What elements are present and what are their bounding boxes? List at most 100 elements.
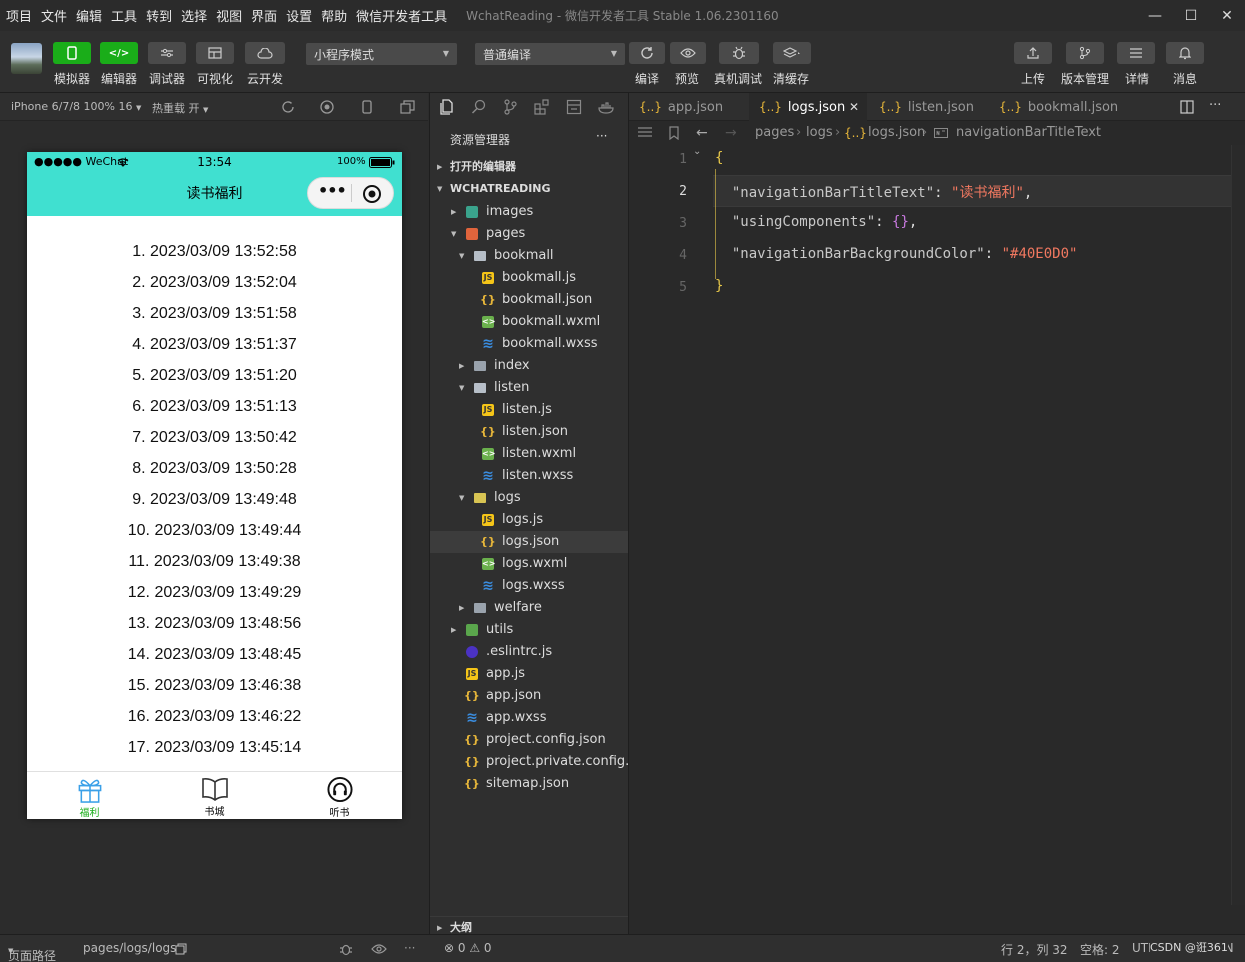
menu-project[interactable]: 项目 [6, 6, 32, 25]
preview-button[interactable] [670, 42, 706, 64]
clear-cache-button[interactable] [773, 42, 811, 64]
cursor-position[interactable]: 行 2，列 32 [1001, 941, 1068, 958]
device-select[interactable]: iPhone 6/7/8 100% 16 ▼ [11, 100, 141, 113]
tree-item-file[interactable]: JS listen.js [430, 399, 629, 421]
remote-debug-button[interactable] [719, 42, 759, 64]
menu-interface[interactable]: 界面 [251, 6, 277, 25]
code-line[interactable]: } [715, 278, 723, 294]
tab-bookmall-json[interactable]: {..} bookmall.json [989, 93, 1129, 121]
debugger-button[interactable] [148, 42, 186, 64]
tree-item-file[interactable]: JS bookmall.js [430, 267, 629, 289]
close-window-button[interactable]: ✕ [1209, 0, 1245, 31]
menu-file[interactable]: 文件 [41, 6, 67, 25]
code-line[interactable]: "usingComponents": {}, [715, 214, 917, 230]
tab-listen-json[interactable]: {..} listen.json [869, 93, 987, 121]
open-editors-section[interactable]: ▶ 打开的编辑器 [430, 156, 629, 178]
editor-button[interactable]: </> [100, 42, 138, 64]
eye-icon[interactable] [371, 944, 387, 954]
compile-button[interactable] [629, 42, 665, 64]
maximize-button[interactable]: ☐ [1173, 0, 1209, 31]
tree-item-file[interactable]: {} listen.json [430, 421, 629, 443]
visual-button[interactable] [196, 42, 234, 64]
tab-welfare[interactable]: 福利 [27, 772, 152, 819]
back-arrow-icon[interactable]: ← [696, 121, 708, 145]
version-button[interactable] [1066, 42, 1104, 64]
breadcrumb-item[interactable]: logs [806, 121, 833, 145]
code-line[interactable]: "navigationBarBackgroundColor": "#40E0D0… [715, 246, 1078, 262]
window-icon[interactable] [566, 99, 582, 115]
tree-item-file[interactable]: {} app.json [430, 685, 629, 707]
more-options-button[interactable]: ••• [318, 181, 347, 200]
editor-scrollbar[interactable] [1231, 145, 1245, 905]
tree-item-file[interactable]: <> listen.wxml [430, 443, 629, 465]
code-line[interactable]: "navigationBarTitleText": "读书福利", [715, 182, 1032, 202]
messages-button[interactable] [1166, 42, 1204, 64]
close-tab-button[interactable]: ✕ [849, 93, 859, 121]
more-actions-icon[interactable]: ··· [1209, 98, 1221, 113]
bug-icon[interactable] [338, 942, 354, 956]
tree-item-file-selected[interactable]: {} logs.json [430, 531, 629, 553]
menu-select[interactable]: 选择 [181, 6, 207, 25]
simulator-button[interactable] [53, 42, 91, 64]
stop-icon[interactable] [320, 100, 334, 114]
phone-icon[interactable] [362, 100, 372, 114]
bookmark-icon[interactable] [669, 126, 679, 140]
more-icon[interactable]: ··· [404, 941, 415, 955]
fold-chevron-icon[interactable]: ⌄ [693, 146, 701, 157]
tab-logs-json[interactable]: {..} logs.json ✕ [749, 93, 867, 121]
search-icon[interactable] [471, 99, 487, 115]
breadcrumb-item[interactable]: pages [755, 121, 794, 145]
indentation[interactable]: 空格: 2 [1080, 941, 1120, 958]
extensions-icon[interactable] [534, 99, 550, 115]
source-control-icon[interactable] [503, 99, 517, 115]
menu-edit[interactable]: 编辑 [76, 6, 102, 25]
refresh-icon[interactable] [281, 100, 295, 114]
tree-item-welfare[interactable]: ▶ welfare [430, 597, 629, 619]
tree-item-file[interactable]: JS logs.js [430, 509, 629, 531]
popout-icon[interactable] [400, 100, 415, 114]
tree-item-file[interactable]: JS app.js [430, 663, 629, 685]
menu-help[interactable]: 帮助 [321, 6, 347, 25]
code-line[interactable]: { [715, 150, 723, 166]
tree-item-file[interactable]: {} project.private.config.js... [430, 751, 629, 773]
menu-wechat-devtools[interactable]: 微信开发者工具 [356, 6, 447, 25]
tree-item-file[interactable]: {} bookmall.json [430, 289, 629, 311]
menu-tools[interactable]: 工具 [111, 6, 137, 25]
menu-view[interactable]: 视图 [216, 6, 242, 25]
upload-button[interactable] [1014, 42, 1052, 64]
cloud-button[interactable] [245, 42, 285, 64]
tree-item-file[interactable]: {} sitemap.json [430, 773, 629, 795]
tree-item-file[interactable]: {} project.config.json [430, 729, 629, 751]
tree-item-listen[interactable]: ▼ listen [430, 377, 629, 399]
files-icon[interactable] [439, 99, 455, 115]
tab-app-json[interactable]: {..} app.json [629, 93, 747, 121]
copy-icon[interactable] [175, 943, 187, 955]
breadcrumb-item[interactable]: logs.json [868, 121, 925, 145]
list-icon[interactable] [638, 127, 652, 139]
close-miniprogram-icon[interactable] [362, 184, 382, 204]
tree-item-utils[interactable]: ▶ utils [430, 619, 629, 641]
tab-bookstore[interactable]: 书城 [152, 772, 277, 819]
tree-item-file[interactable]: .eslintrc.js [430, 641, 629, 663]
cloud-function-icon[interactable] [597, 99, 615, 115]
project-section[interactable]: ▼ WCHATREADING [430, 178, 629, 200]
forward-arrow-icon[interactable]: → [725, 121, 737, 145]
tree-item-file[interactable]: <> logs.wxml [430, 553, 629, 575]
menu-settings[interactable]: 设置 [286, 6, 312, 25]
tab-listen[interactable]: 听书 [277, 772, 402, 819]
menu-goto[interactable]: 转到 [146, 6, 172, 25]
details-button[interactable] [1117, 42, 1155, 64]
mode-select[interactable]: 小程序模式 ▼ [306, 43, 457, 65]
breadcrumb-item[interactable]: navigationBarTitleText [956, 121, 1101, 145]
tree-item-file[interactable]: ≋ listen.wxss [430, 465, 629, 487]
problems-indicator[interactable]: ⊗ 0 ⚠ 0 [444, 941, 492, 955]
user-avatar[interactable] [11, 43, 42, 74]
tree-item-logs[interactable]: ▼ logs [430, 487, 629, 509]
tree-item-pages[interactable]: ▼ pages [430, 223, 629, 245]
tree-item-file[interactable]: ≋ bookmall.wxss [430, 333, 629, 355]
tree-item-file[interactable]: <> bookmall.wxml [430, 311, 629, 333]
tree-item-images[interactable]: ▶ images [430, 201, 629, 223]
hot-reload-toggle[interactable]: 热重载 开 ▼ [152, 100, 208, 116]
tree-item-bookmall[interactable]: ▼ bookmall [430, 245, 629, 267]
tree-item-file[interactable]: ≋ app.wxss [430, 707, 629, 729]
